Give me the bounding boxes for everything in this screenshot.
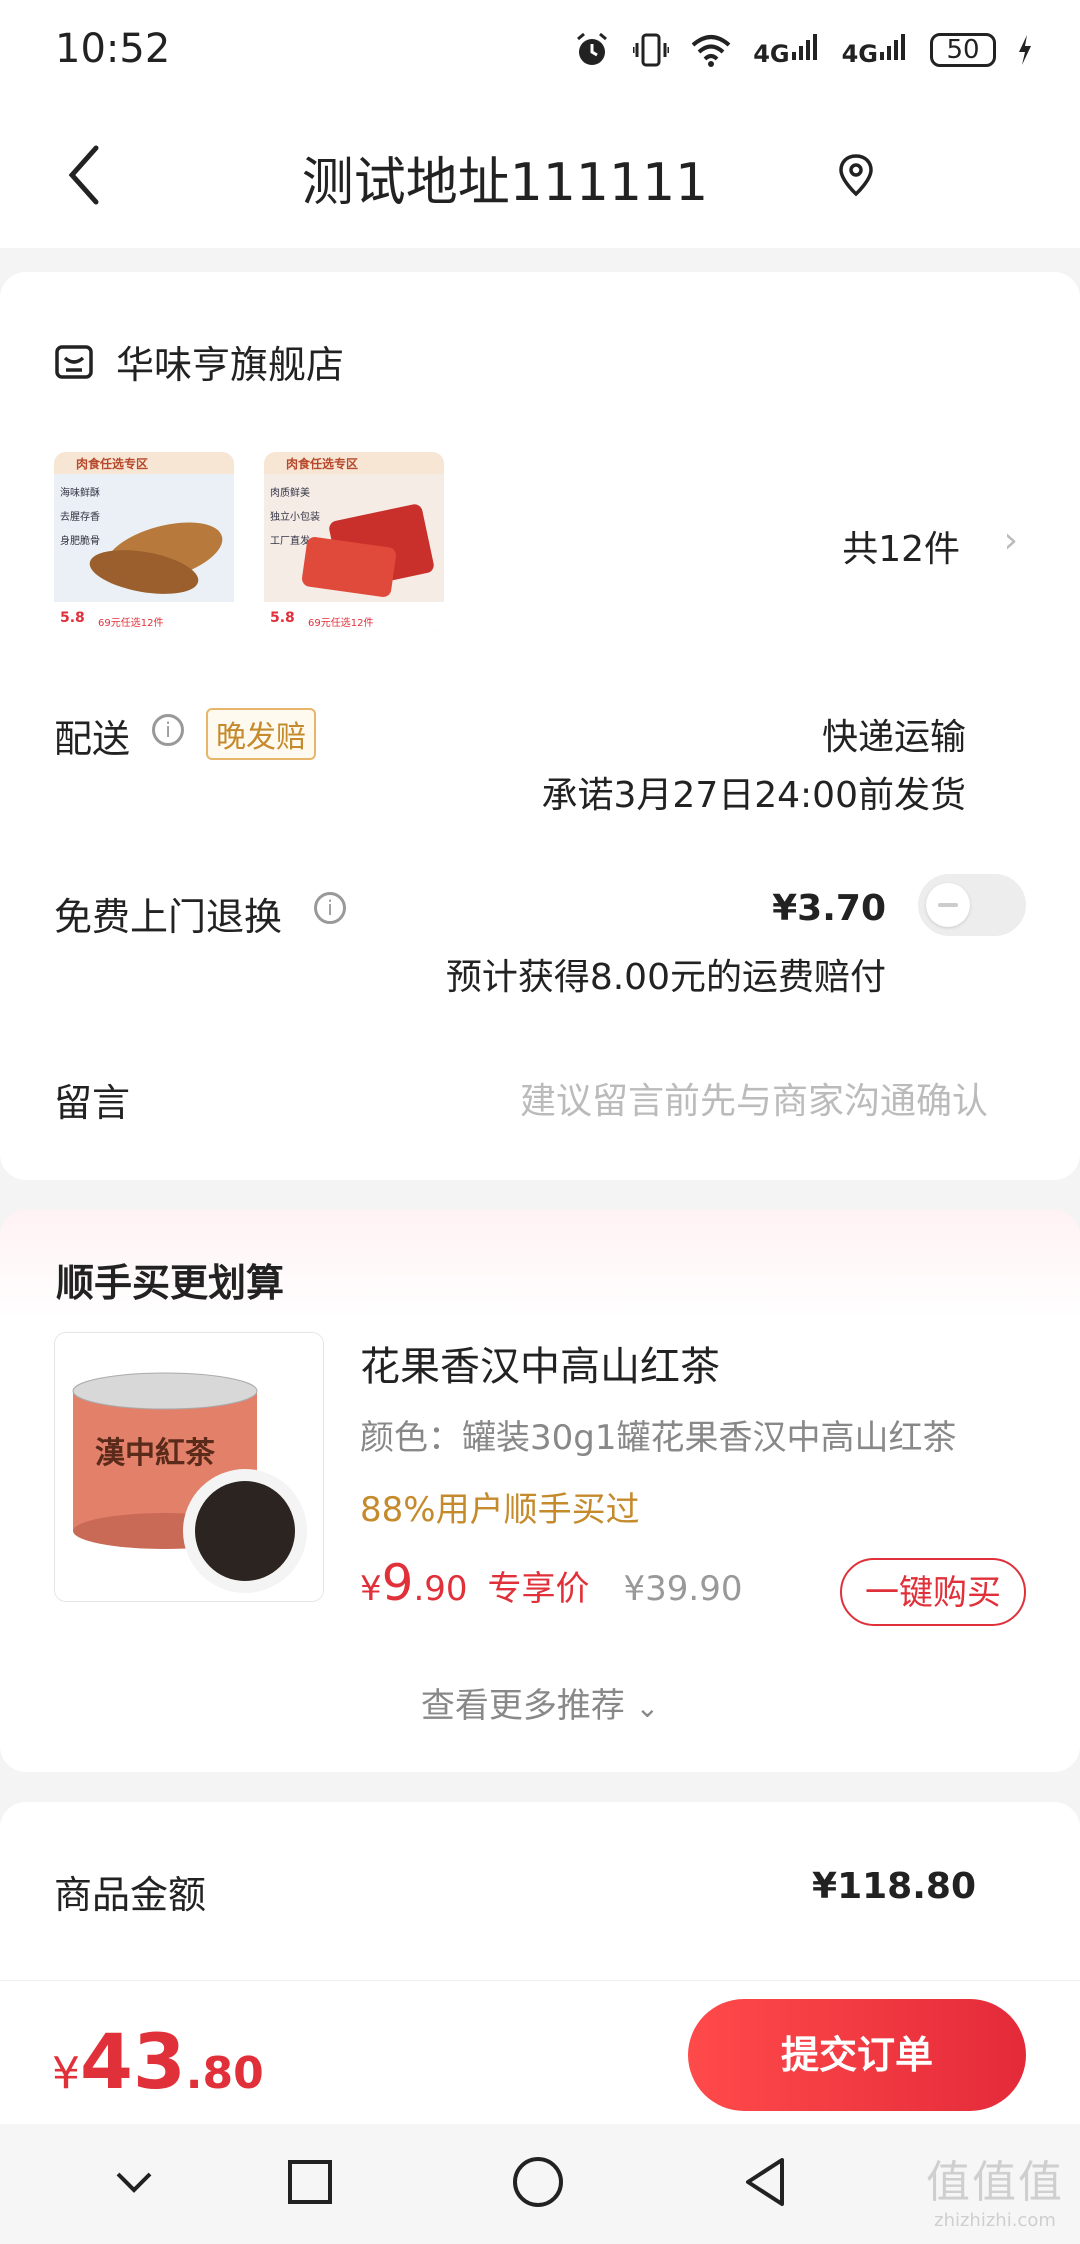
late-delivery-badge: 晚发赔: [206, 708, 316, 760]
tea-product-image[interactable]: 漢中紅茶: [54, 1332, 324, 1602]
price-tag: 专享价: [487, 1569, 590, 1609]
location-pin-icon[interactable]: [836, 152, 876, 202]
submit-order-button[interactable]: 提交订单: [688, 1999, 1026, 2111]
thumb1-promo: 69元任选12件: [98, 616, 163, 629]
message-label: 留言: [54, 1081, 131, 1125]
product-thumb-fish[interactable]: 肉食任选专区 海味鲜酥 去腥存香 身肥脆骨 5.8 69元任选12件: [54, 452, 234, 632]
return-service-note: 预计获得8.00元的运费赔付: [445, 957, 886, 998]
store-name: 华味亨旗舰店: [116, 343, 345, 387]
chevron-down-icon: ⌄: [635, 1691, 660, 1724]
recent-apps-icon[interactable]: [280, 2152, 340, 2212]
thumb2-line-3: 工厂直发: [270, 534, 310, 547]
thumb2-promo: 69元任选12件: [308, 616, 373, 629]
return-service-price: ¥3.70: [772, 888, 886, 929]
watermark: 值值值 zhizhizhi.com: [926, 2146, 1064, 2231]
system-nav-bar: 值值值 zhizhizhi.com: [0, 2124, 1080, 2244]
watermark-logo: 值值值: [926, 2157, 1064, 2208]
thumb2-line-1: 肉质鲜美: [270, 486, 310, 499]
original-price: ¥39.90: [623, 1569, 743, 1609]
watermark-text: zhizhizhi.com: [934, 2210, 1056, 2231]
delivery-promise: 承诺3月27日24:00前发货: [541, 775, 966, 816]
total-price: ¥ 43 .80: [52, 2017, 264, 2106]
wifi-icon: [691, 35, 731, 67]
status-time: 10:52: [55, 26, 171, 72]
price-symbol: ¥: [360, 1569, 382, 1609]
upsell-product-name[interactable]: 花果香汉中高山红茶: [360, 1334, 720, 1392]
tea-can-label: 漢中紅茶: [95, 1436, 216, 1471]
upsell-product-spec: 颜色：罐装30g1罐花果香汉中高山红茶: [360, 1418, 957, 1458]
alarm-icon: [577, 32, 608, 65]
one-click-buy-button[interactable]: 一键购买: [840, 1558, 1026, 1626]
thumb1-tag: 肉食任选专区: [76, 456, 148, 471]
total-integer: 43: [80, 2017, 186, 2106]
delivery-method[interactable]: 快递运输: [822, 708, 966, 760]
charging-icon: [1019, 35, 1031, 65]
vibrate-icon: [633, 33, 670, 67]
info-icon[interactable]: i: [152, 714, 184, 746]
thumb1-line-2: 去腥存香: [60, 510, 100, 523]
goods-amount-value: ¥118.80: [812, 1866, 976, 1907]
message-input[interactable]: 建议留言前先与商家沟通确认: [520, 1072, 988, 1124]
total-symbol: ¥: [52, 2048, 80, 2099]
checkout-bar: ¥ 43 .80 提交订单: [0, 1980, 1080, 2125]
signal-icon-2: 4G: [842, 32, 908, 68]
price-decimal: .90: [413, 1569, 468, 1609]
total-decimal: .80: [185, 2048, 264, 2099]
status-bar: 10:52 4G 4G 50: [0, 0, 1080, 100]
home-icon[interactable]: [508, 2152, 568, 2212]
chevron-right-icon[interactable]: ›: [1004, 520, 1018, 561]
chevron-down-nav-icon[interactable]: [104, 2152, 164, 2212]
thumb2-price: 5.8: [270, 610, 295, 626]
thumb1-line-3: 身肥脆骨: [60, 534, 100, 547]
item-count[interactable]: 共12件: [842, 520, 960, 572]
product-thumb-jerky[interactable]: 肉食任选专区 肉质鲜美 独立小包装 工厂直发 5.8 69元任选12件: [264, 452, 444, 632]
thumb2-tag: 肉食任选专区: [286, 456, 358, 471]
price-integer: 9: [381, 1554, 414, 1612]
thumb1-line-1: 海味鲜酥: [60, 486, 100, 499]
return-service-toggle[interactable]: [918, 874, 1026, 936]
header: 测试地址111111: [0, 100, 1080, 248]
store-header[interactable]: 华味亨旗舰店: [54, 334, 344, 389]
status-icons: 4G 4G 50: [573, 28, 1032, 72]
battery-icon: 50: [930, 33, 996, 67]
upsell-price: ¥ 9 .90 专享价 ¥39.90: [360, 1554, 743, 1612]
store-icon: [55, 344, 93, 379]
goods-amount-label: 商品金额: [54, 1873, 207, 1917]
back-nav-icon[interactable]: [736, 2152, 796, 2212]
upsell-card: 顺手买更划算 漢中紅茶 花果香汉中高山红茶 颜色：罐装30g1罐花果香汉中高山红…: [0, 1210, 1080, 1772]
signal-icon: 4G: [753, 32, 819, 68]
delivery-label: 配送: [54, 717, 131, 761]
upsell-title: 顺手买更划算: [56, 1261, 285, 1305]
return-service-label: 免费上门退换: [54, 895, 283, 939]
upsell-social-proof: 88%用户顺手买过: [360, 1490, 640, 1530]
store-order-card: 华味亨旗舰店 肉食任选专区 海味鲜酥 去腥存香 身肥脆骨 5.8 69元任选12…: [0, 272, 1080, 1180]
see-more-recommendations[interactable]: 查看更多推荐 ⌄: [0, 1678, 1080, 1727]
thumb2-line-2: 独立小包装: [270, 510, 320, 523]
thumb1-price: 5.8: [60, 610, 85, 626]
see-more-label: 查看更多推荐: [420, 1686, 625, 1726]
info-icon-return[interactable]: i: [314, 892, 346, 924]
